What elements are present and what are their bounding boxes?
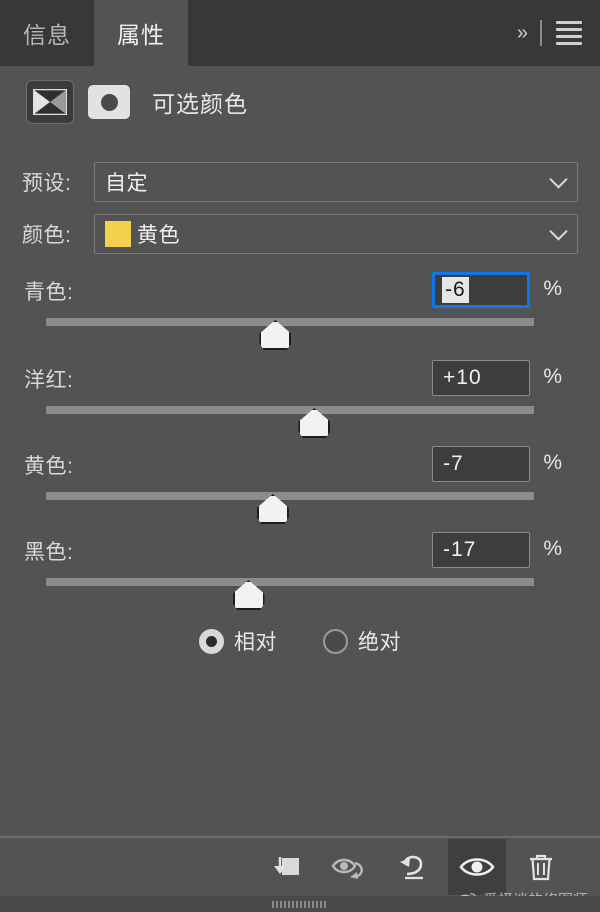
slider-row-black: 黑色: -17% — [0, 528, 600, 616]
tab-bar-spacer — [188, 0, 517, 66]
slider-header-yellow: 黄色: -7% — [0, 442, 600, 488]
radio-relative-label: 相对 — [234, 631, 277, 654]
slider-value-yellow: -7 — [443, 452, 464, 475]
slider-label-cyan: 青色: — [24, 281, 74, 304]
preset-select[interactable]: 自定 — [94, 162, 578, 202]
method-radio-group: 相对 绝对 — [0, 626, 600, 656]
toggle-preview-icon[interactable] — [320, 839, 378, 895]
slider-label-black: 黑色: — [24, 541, 74, 564]
slider-label-magenta: 洋红: — [24, 369, 74, 392]
slider-unit-magenta: % — [543, 365, 562, 388]
radio-absolute[interactable]: 绝对 — [323, 626, 401, 656]
page-title: 可选颜色 — [152, 91, 248, 117]
slider-unit-yellow: % — [543, 451, 562, 474]
color-value: 黄色 — [137, 224, 180, 247]
panel-tab-bar: 信息 属性 » — [0, 0, 600, 66]
radio-relative-control[interactable] — [199, 628, 224, 654]
slider-track-cyan[interactable] — [46, 318, 534, 326]
layer-mask-icon[interactable] — [88, 85, 130, 119]
slider-row-cyan: 青色: -6% — [0, 268, 600, 356]
adjustment-header: 可选颜色 — [0, 66, 600, 138]
reset-icon[interactable] — [384, 839, 442, 895]
double-chevron-right-icon[interactable]: » — [517, 23, 528, 43]
slider-value-black: -17 — [443, 538, 477, 561]
hamburger-menu-icon[interactable] — [556, 21, 582, 45]
panel-bottom-toolbar — [0, 838, 600, 896]
tab-properties[interactable]: 属性 — [94, 0, 188, 66]
radio-absolute-label: 绝对 — [358, 631, 401, 654]
delete-trash-icon[interactable] — [512, 839, 570, 895]
clip-to-layer-icon[interactable] — [256, 839, 314, 895]
slider-input-cyan[interactable]: -6 — [432, 272, 530, 308]
preset-row: 预设: 自定 — [22, 162, 578, 202]
panel-controls: » — [517, 0, 600, 66]
slider-track-black[interactable] — [46, 578, 534, 586]
slider-label-yellow: 黄色: — [24, 455, 74, 478]
slider-row-magenta: 洋红: +10% — [0, 356, 600, 444]
slider-track-magenta[interactable] — [46, 406, 534, 414]
footer-strip — [0, 896, 600, 912]
preset-value: 自定 — [105, 172, 148, 195]
slider-input-magenta[interactable]: +10 — [432, 360, 530, 396]
slider-row-yellow: 黄色: -7% — [0, 442, 600, 530]
selective-color-adjustment-icon[interactable] — [26, 80, 74, 124]
slider-input-yellow[interactable]: -7 — [432, 446, 530, 482]
photoshop-properties-panel: 信息 属性 » 可选颜色 预设: 自定 颜色: 黄色 青色: -6 % 洋红: … — [0, 0, 600, 912]
radio-relative[interactable]: 相对 — [199, 626, 277, 656]
color-label: 颜色: — [22, 224, 72, 247]
preset-label: 预设: — [22, 172, 72, 195]
slider-input-black[interactable]: -17 — [432, 532, 530, 568]
visibility-eye-icon[interactable] — [448, 839, 506, 895]
chevron-down-icon — [549, 222, 568, 241]
color-select[interactable]: 黄色 — [94, 214, 578, 254]
slider-value-magenta: +10 — [443, 366, 482, 389]
control-divider — [540, 20, 542, 46]
chevron-down-icon — [549, 170, 568, 189]
slider-header-magenta: 洋红: +10% — [0, 356, 600, 402]
radio-absolute-control[interactable] — [323, 628, 348, 654]
slider-header-cyan: 青色: -6% — [0, 268, 600, 314]
slider-header-black: 黑色: -17% — [0, 528, 600, 574]
tab-info[interactable]: 信息 — [0, 0, 94, 66]
slider-track-yellow[interactable] — [46, 492, 534, 500]
resize-grip[interactable] — [272, 901, 328, 908]
color-swatch — [105, 221, 131, 247]
color-row: 颜色: 黄色 — [22, 214, 578, 254]
slider-unit-black: % — [543, 537, 562, 560]
slider-unit-cyan: % — [543, 277, 562, 300]
layer-mask-dot — [100, 93, 118, 111]
slider-value-cyan: -6 — [442, 277, 469, 303]
